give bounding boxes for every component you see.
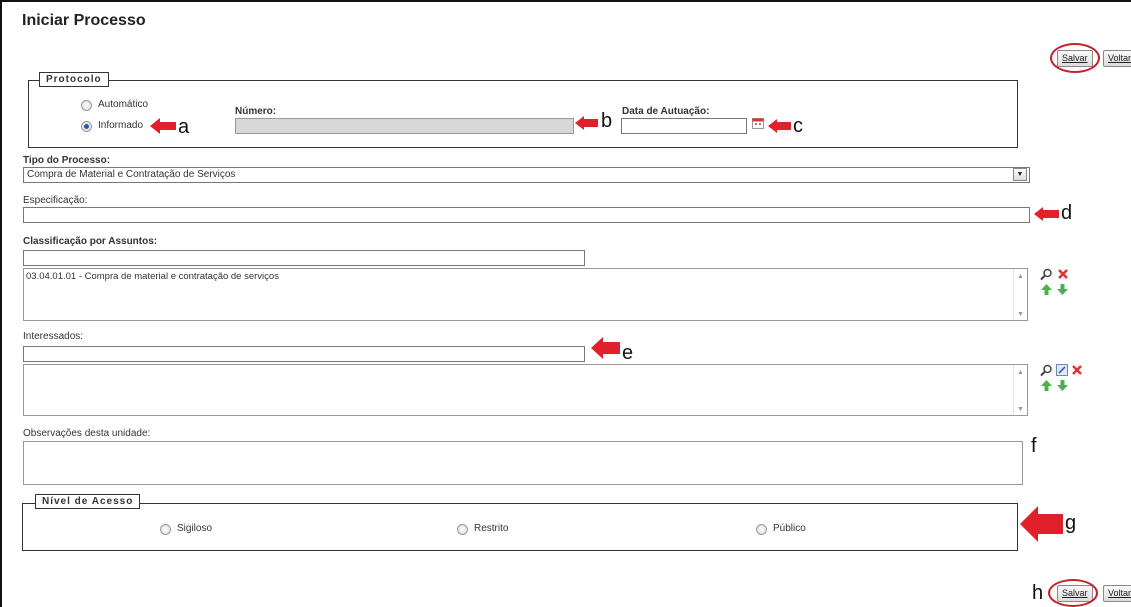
- page-title: Iniciar Processo: [22, 12, 146, 29]
- save-button-bottom-highlight: [1048, 579, 1098, 607]
- radio-restrito-label: Restrito: [474, 523, 509, 534]
- annotation-letter-c: c: [793, 115, 803, 137]
- especificacao-input[interactable]: [23, 207, 1030, 223]
- interessados-list[interactable]: ▲ ▼: [23, 364, 1028, 416]
- radio-publico-label: Público: [773, 523, 806, 534]
- radio-restrito[interactable]: [457, 524, 468, 535]
- annotation-letter-h: h: [1032, 582, 1044, 604]
- annotation-letter-g: g: [1065, 512, 1077, 534]
- move-down-icon[interactable]: [1057, 284, 1068, 297]
- tipo-processo-select[interactable]: Compra de Material e Contratação de Serv…: [23, 167, 1030, 183]
- data-autuacao-label: Data de Autuação:: [622, 106, 710, 117]
- tipo-processo-value: Compra de Material e Contratação de Serv…: [27, 169, 236, 180]
- radio-informado-label: Informado: [98, 120, 144, 131]
- calendar-icon[interactable]: [752, 117, 764, 131]
- nivel-acesso-fieldset: [22, 503, 1018, 551]
- save-button-top-highlight: [1050, 43, 1100, 73]
- radio-automatico-label: Automático: [98, 99, 149, 110]
- protocolo-fieldset: [28, 80, 1018, 148]
- chevron-down-icon[interactable]: ▼: [1013, 168, 1027, 181]
- observacoes-textarea[interactable]: [23, 441, 1023, 485]
- annotation-arrow-a: [150, 118, 176, 134]
- back-button-bottom[interactable]: Voltar: [1103, 585, 1131, 602]
- back-button-bottom-label: Voltar: [1108, 588, 1131, 598]
- interessados-label: Interessados:: [23, 331, 84, 342]
- observacoes-label: Observações desta unidade:: [23, 428, 151, 439]
- classificacao-list[interactable]: 03.04.01.01 - Compra de material e contr…: [23, 268, 1028, 321]
- edit-icon[interactable]: [1056, 364, 1068, 378]
- annotation-letter-b: b: [601, 110, 613, 132]
- back-button-top-label: Voltar: [1108, 53, 1131, 63]
- back-button-top[interactable]: Voltar: [1103, 50, 1131, 67]
- move-down-icon[interactable]: [1057, 380, 1068, 393]
- especificacao-label: Especificação:: [23, 195, 88, 206]
- search-icon[interactable]: [1040, 268, 1053, 283]
- protocolo-legend: Protocolo: [39, 72, 109, 87]
- radio-publico[interactable]: [756, 524, 767, 535]
- move-up-icon[interactable]: [1041, 380, 1052, 393]
- data-autuacao-input[interactable]: [621, 118, 747, 134]
- move-up-icon[interactable]: [1041, 284, 1052, 297]
- annotation-letter-f: f: [1031, 435, 1037, 457]
- remove-icon[interactable]: [1057, 268, 1069, 282]
- annotation-arrow-d: [1034, 207, 1059, 221]
- remove-icon[interactable]: [1071, 364, 1083, 378]
- interessados-input[interactable]: [23, 346, 585, 362]
- classificacao-label: Classificação por Assuntos:: [23, 236, 158, 247]
- radio-informado[interactable]: [81, 121, 92, 132]
- annotation-arrow-c: [768, 119, 791, 133]
- interessados-scrollbar[interactable]: ▲ ▼: [1013, 365, 1027, 415]
- search-icon[interactable]: [1040, 364, 1053, 379]
- annotation-arrow-e: [591, 337, 620, 359]
- radio-automatico[interactable]: [81, 100, 92, 111]
- annotation-arrow-b: [575, 116, 598, 130]
- numero-input[interactable]: [235, 118, 574, 134]
- radio-sigiloso[interactable]: [160, 524, 171, 535]
- annotation-letter-d: d: [1061, 202, 1073, 224]
- numero-label: Número:: [235, 106, 277, 117]
- radio-sigiloso-label: Sigiloso: [177, 523, 213, 534]
- classificacao-search-input[interactable]: [23, 250, 585, 266]
- classificacao-scrollbar[interactable]: ▲ ▼: [1013, 269, 1027, 320]
- classificacao-list-item[interactable]: 03.04.01.01 - Compra de material e contr…: [26, 271, 1025, 282]
- nivel-acesso-legend: Nível de Acesso: [35, 494, 141, 509]
- tipo-processo-label: Tipo do Processo:: [23, 155, 111, 166]
- annotation-arrow-g: [1020, 506, 1063, 542]
- annotation-letter-e: e: [622, 342, 634, 364]
- annotation-letter-a: a: [178, 116, 190, 138]
